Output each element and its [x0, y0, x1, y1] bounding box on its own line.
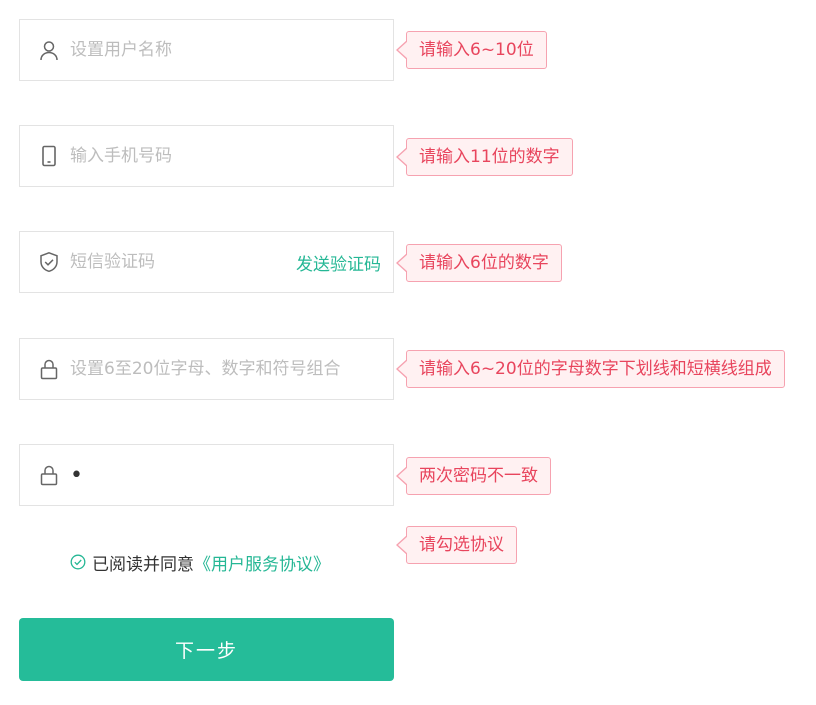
sms-code-error-tip: 请输入6位的数字 [396, 244, 562, 282]
agreement-link[interactable]: 《用户服务协议》 [194, 550, 330, 575]
agreement-error-tip: 请勾选协议 [396, 526, 517, 564]
user-icon [38, 39, 60, 61]
phone-icon [38, 145, 60, 167]
lock-icon [38, 358, 60, 380]
lock-icon [38, 464, 60, 486]
next-button[interactable]: 下一步 [19, 618, 394, 681]
password-input[interactable] [70, 349, 393, 389]
agreement-text: 已阅读并同意 [92, 554, 194, 575]
phone-field [19, 125, 394, 187]
confirm-password-field [19, 444, 394, 506]
send-code-button[interactable]: 发送验证码 [296, 250, 381, 275]
password-error-tip: 请输入6~20位的字母数字下划线和短横线组成 [396, 350, 785, 388]
shield-icon [38, 251, 60, 273]
confirm-password-input[interactable] [70, 455, 393, 495]
username-input[interactable] [70, 30, 393, 70]
agreement-row: 已阅读并同意 《用户服务协议》 [70, 549, 330, 575]
sms-code-field: 发送验证码 [19, 231, 394, 293]
sms-code-input[interactable] [70, 242, 296, 282]
username-field [19, 19, 394, 81]
phone-error-tip: 请输入11位的数字 [396, 138, 573, 176]
confirm-password-error-tip: 两次密码不一致 [396, 457, 551, 495]
phone-input[interactable] [70, 136, 393, 176]
check-circle-icon[interactable] [70, 554, 86, 570]
password-field [19, 338, 394, 400]
username-error-tip: 请输入6~10位 [396, 31, 547, 69]
